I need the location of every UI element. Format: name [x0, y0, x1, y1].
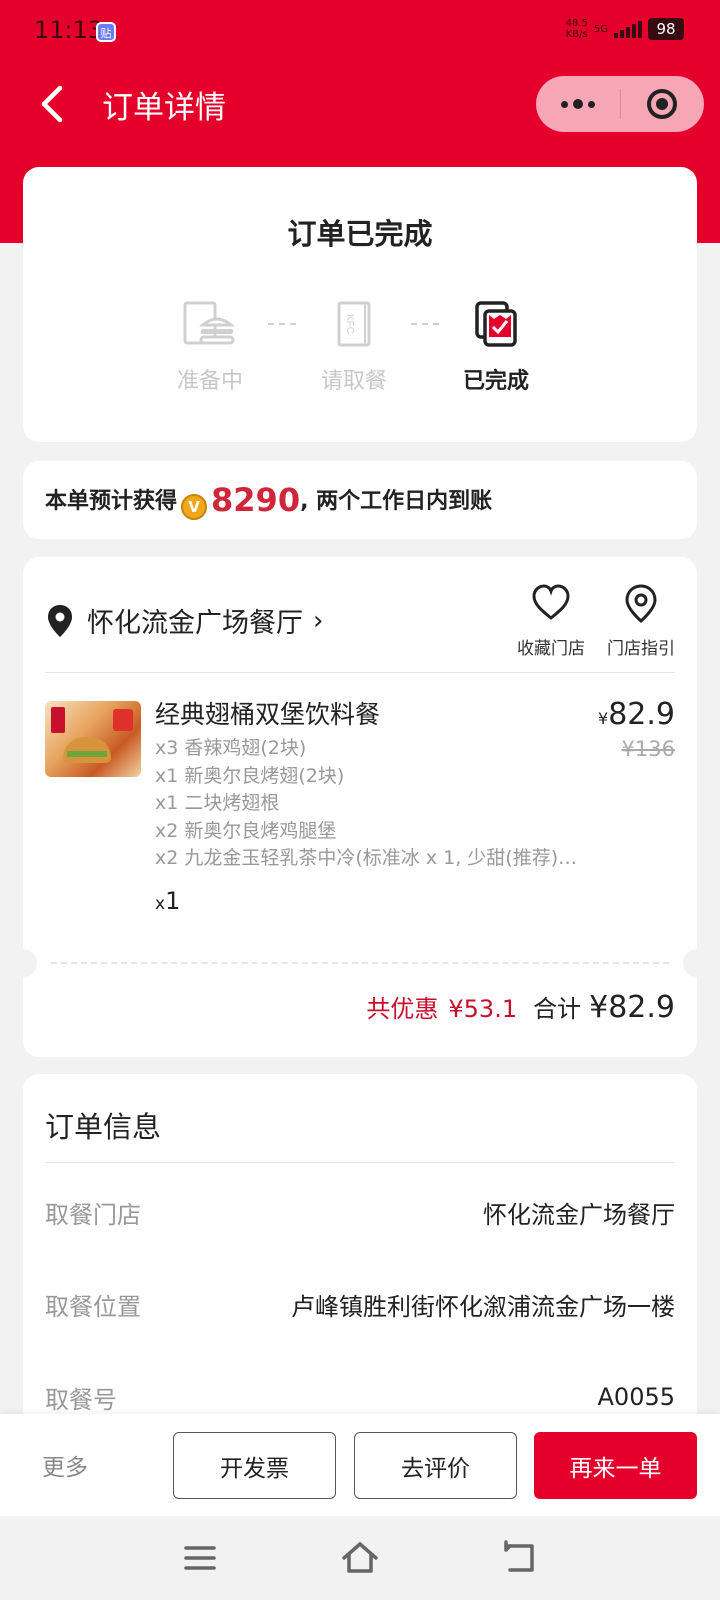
total-label: 合计 [533, 995, 582, 1023]
discount-label: 共优惠 [366, 995, 439, 1023]
kfc-bag-icon: KFC [337, 301, 371, 347]
dot-icon [572, 99, 583, 109]
product-price: ¥82.9 [598, 697, 675, 732]
step-label: 准备中 [176, 369, 243, 394]
info-row-pickup-location: 取餐位置 卢峰镇胜利街怀化溆浦流金广场一楼 [45, 1284, 675, 1324]
points-card: 本单预计获得 V 8290, 两个工作日内到账 [23, 461, 697, 539]
product-item-list: x3 香辣鸡翅(2块) x1 新奥尔良烤翅(2块) x1 二块烤翅根 x2 新奥… [155, 735, 615, 873]
close-miniprogram-button[interactable] [621, 76, 705, 132]
more-button[interactable]: 更多 [42, 1448, 88, 1482]
step-preparing: 准备中 [155, 299, 265, 395]
total-value: ¥82.9 [589, 990, 675, 1025]
ticket-notch [683, 949, 711, 977]
store-guide-label: 门店指引 [607, 639, 675, 659]
step-pickup: KFC 请取餐 [299, 299, 409, 395]
network-speed: 48.5 KB/s [565, 18, 588, 40]
chevron-right-icon: › [313, 605, 324, 636]
home-icon[interactable] [340, 1538, 380, 1578]
store-link[interactable]: 怀化流金广场餐厅 › [47, 601, 323, 640]
step-label: 请取餐 [320, 369, 387, 394]
order-status-card: 订单已完成 准备中 KFC 请取餐 已完成 [23, 167, 697, 442]
step-connector [268, 323, 296, 325]
product-image [45, 701, 141, 777]
dot-icon [587, 100, 595, 108]
order-info-title: 订单信息 [45, 1110, 162, 1144]
info-value: 怀化流金广场餐厅 [483, 1200, 675, 1229]
dot-icon [560, 100, 568, 108]
divider [45, 1162, 675, 1163]
status-bar: 11:13 贴 48.5 KB/s 5G 98 [0, 0, 720, 62]
step-completed: 已完成 [441, 299, 551, 395]
signal-icon [614, 20, 642, 38]
completed-check-icon [475, 301, 517, 347]
info-row-pickup-number: 取餐号 A0055 [45, 1377, 675, 1417]
product-item: x1 新奥尔良烤翅(2块) [155, 764, 345, 787]
svg-text:KFC: KFC [344, 314, 355, 334]
back-button[interactable] [36, 84, 72, 124]
info-key: 取餐号 [45, 1385, 117, 1414]
divider [45, 672, 675, 673]
back-nav-icon[interactable] [500, 1538, 540, 1578]
system-navigation-bar [0, 1516, 720, 1600]
store-guide-button[interactable]: 门店指引 [601, 583, 681, 659]
info-key: 取餐位置 [45, 1292, 141, 1321]
target-icon [647, 89, 678, 119]
product-item: x3 香辣鸡翅(2块) [155, 737, 307, 759]
discount-value: ¥53.1 [448, 995, 518, 1023]
order-info-card: 订单信息 取餐门店 怀化流金广场餐厅 取餐位置 卢峰镇胜利街怀化溆浦流金广场一楼… [23, 1074, 697, 1434]
info-row-pickup-store: 取餐门店 怀化流金广场餐厅 [45, 1192, 675, 1232]
ticket-notch [9, 949, 37, 977]
favorite-store-label: 收藏门店 [517, 639, 585, 659]
order-status-heading: 订单已完成 [287, 217, 433, 251]
points-value: 8290 [211, 480, 301, 519]
location-pin-icon [48, 604, 72, 637]
bottom-action-bar: 更多 开发票 去评价 再来一单 [0, 1414, 720, 1516]
more-options-button[interactable] [536, 76, 620, 132]
battery-icon: 98 [648, 18, 684, 40]
product-name: 经典翅桶双堡饮料餐 [155, 700, 381, 729]
burger-tray-icon [183, 301, 236, 345]
favorite-store-button[interactable]: 收藏门店 [511, 583, 591, 659]
status-indicators: 48.5 KB/s 5G 98 [566, 18, 684, 40]
order-items-card: 怀化流金广场餐厅 › 收藏门店 门店指引 经典翅桶双堡饮料餐 x3 香辣鸡翅(2… [9, 557, 711, 1057]
heart-icon [532, 584, 570, 620]
review-button[interactable]: 去评价 [354, 1432, 517, 1499]
v-coin-icon: V [181, 493, 208, 520]
page-title: 订单详情 [102, 90, 226, 126]
product-quantity: x1 [155, 887, 181, 915]
invoice-button[interactable]: 开发票 [173, 1432, 336, 1499]
network-type: 5G [593, 23, 608, 35]
product-item: x2 九龙金玉轻乳茶中冷(标准冰 x 1, 少甜(推荐)… [155, 847, 578, 869]
chevron-left-icon [41, 85, 63, 123]
step-label: 已完成 [462, 369, 529, 394]
reorder-button[interactable]: 再来一单 [534, 1432, 697, 1499]
menu-icon[interactable] [180, 1538, 220, 1578]
info-value: A0055 [597, 1383, 676, 1411]
notification-app-icon: 贴 [96, 22, 116, 42]
totals-row: 共优惠 ¥53.1 合计 ¥82.9 [366, 989, 675, 1025]
dashed-divider [51, 962, 669, 964]
product-item: x1 二块烤翅根 [155, 792, 280, 814]
miniprogram-capsule [536, 76, 704, 132]
points-text: 本单预计获得 V 8290, 两个工作日内到账 [45, 480, 493, 520]
original-price: ¥136 [621, 737, 675, 761]
map-pin-icon [625, 584, 657, 623]
product-item: x2 新奥尔良烤鸡腿堡 [155, 819, 337, 842]
info-value: 卢峰镇胜利街怀化溆浦流金广场一楼 [291, 1292, 675, 1321]
step-connector [411, 323, 439, 325]
store-name: 怀化流金广场餐厅 [87, 608, 303, 639]
status-time: 11:13 [34, 16, 104, 44]
info-key: 取餐门店 [45, 1200, 141, 1229]
